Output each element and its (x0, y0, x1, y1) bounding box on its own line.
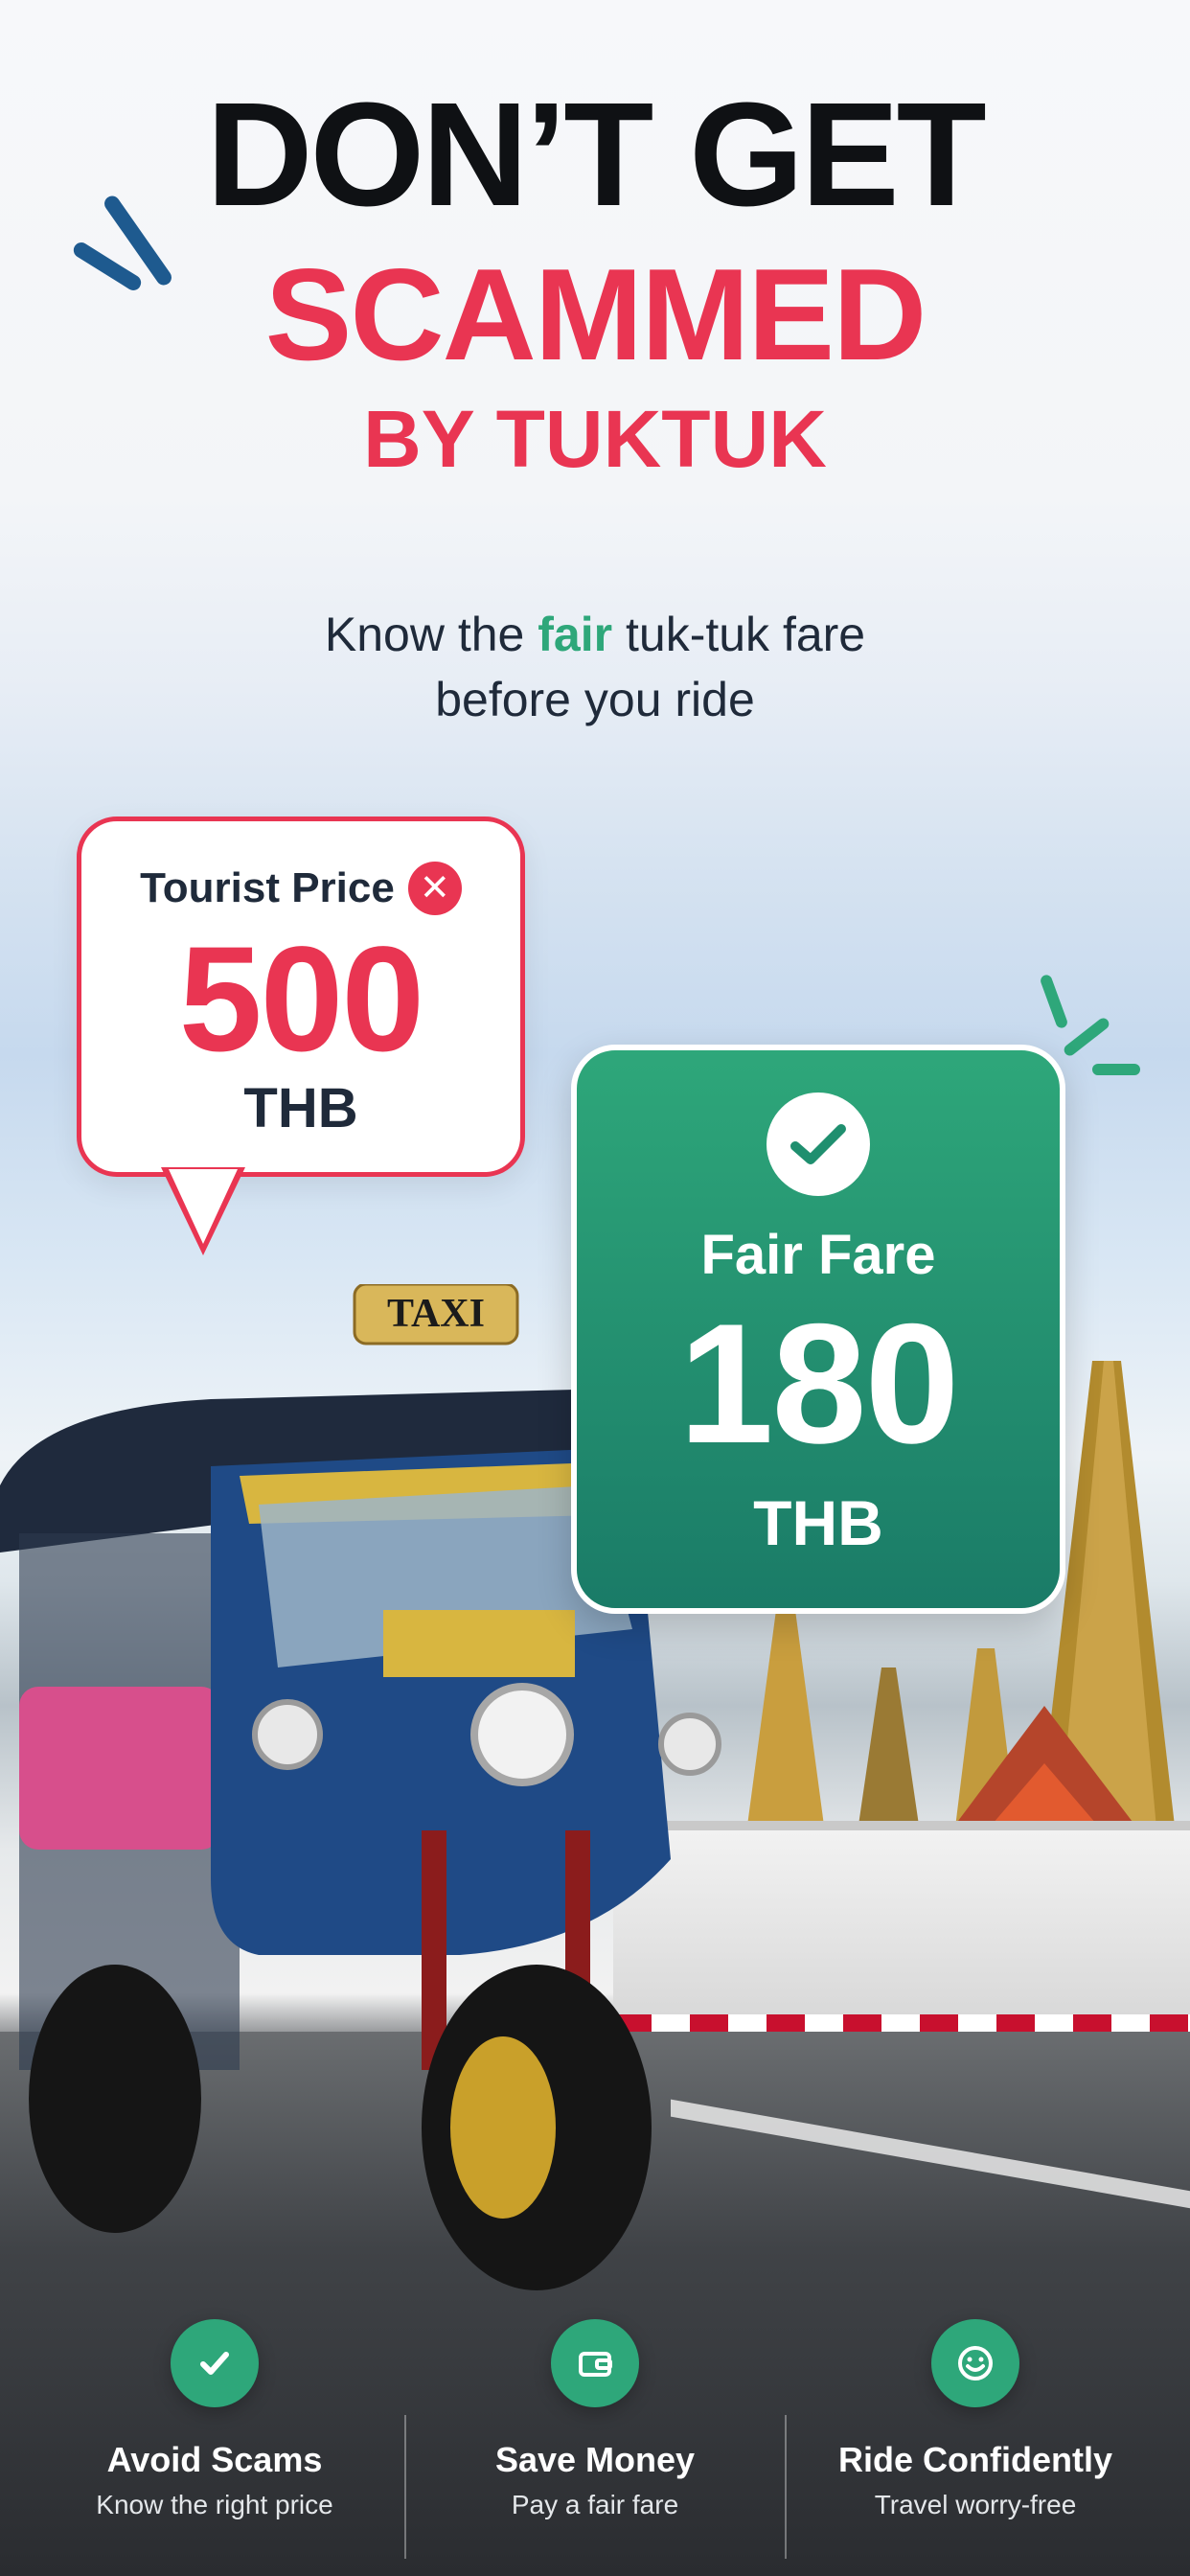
tourist-price-currency: THB (243, 1077, 358, 1139)
headline-line-3: BY TUKTUK (363, 394, 827, 484)
subtitle-after: tuk-tuk fare (626, 608, 866, 661)
feature-bar: Avoid Scams Know the right price Save Mo… (0, 2319, 1190, 2576)
blue-sparkle-icon (70, 182, 190, 307)
check-icon (171, 2319, 259, 2407)
right-headlight (658, 1713, 721, 1776)
fair-fare-currency: THB (753, 1487, 883, 1558)
feature-title: Save Money (494, 2440, 696, 2479)
divider (403, 2415, 406, 2559)
fair-fare-label: Fair Fare (700, 1224, 936, 1286)
wallet-icon (551, 2319, 639, 2407)
feature-title: Avoid Scams (106, 2440, 323, 2479)
app-store-screenshot: DON’T GET SCAMMED BY TUKTUK Know the fai… (0, 0, 1190, 2576)
tourist-price-value: 500 (178, 916, 424, 1083)
taxi-sign-text: TAXI (387, 1292, 485, 1336)
feature-desc: Know the right price (96, 2490, 333, 2519)
feature-ride-confidently: Ride Confidently Travel worry-free (803, 2319, 1148, 2576)
feature-desc: Travel worry-free (874, 2490, 1077, 2519)
tuktuk-plate (383, 1610, 575, 1677)
feature-avoid-scams: Avoid Scams Know the right price (42, 2319, 387, 2576)
tourist-price-bubble: Tourist Price ✕ 500 THB (77, 816, 525, 1177)
center-headlight (470, 1683, 574, 1786)
subtitle-before: Know the (324, 608, 525, 661)
feature-desc: Pay a fair fare (511, 2490, 679, 2519)
divider (784, 2415, 787, 2559)
rear-wheel (29, 1965, 201, 2233)
tourist-price-label: Tourist Price (140, 864, 395, 911)
smile-icon (931, 2319, 1019, 2407)
subtitle-highlight: fair (538, 608, 613, 661)
left-headlight (252, 1699, 323, 1770)
check-icon (767, 1092, 870, 1196)
tourist-price-label-row: Tourist Price ✕ (81, 862, 520, 915)
close-icon: ✕ (407, 862, 462, 915)
subtitle-line-2: before you ride (435, 673, 755, 726)
feature-title: Ride Confidently (838, 2440, 1112, 2479)
fair-fare-value: 180 (678, 1288, 960, 1479)
feature-save-money: Save Money Pay a fair fare (423, 2319, 767, 2576)
subtitle: Know the fair tuk-tuk fare before you ri… (0, 602, 1190, 732)
wheel-rim (450, 2036, 556, 2219)
fair-fare-card: Fair Fare 180 THB (571, 1045, 1065, 1614)
bubble-tail-inner (169, 1169, 238, 1244)
tuktuk-seat (19, 1687, 220, 1850)
